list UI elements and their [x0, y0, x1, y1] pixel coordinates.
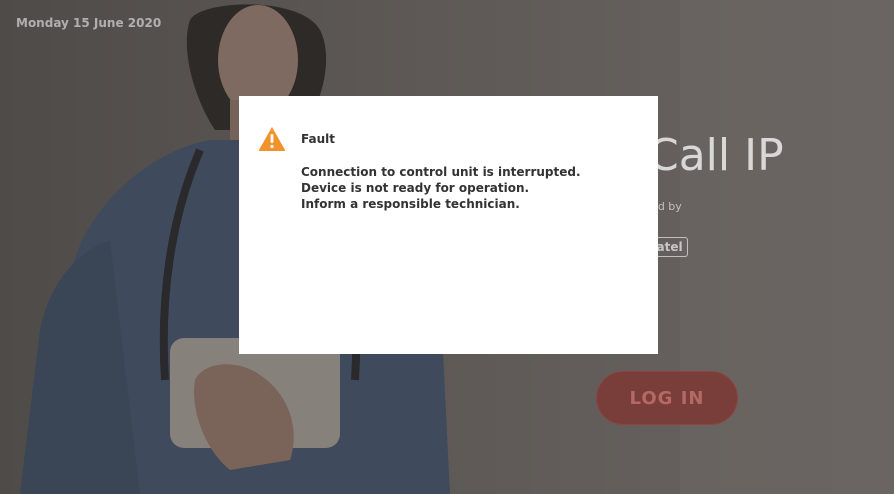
brand-title: Call IP [648, 130, 784, 181]
fault-dialog: Fault Connection to control unit is inte… [239, 96, 658, 354]
login-button[interactable]: LOG IN [596, 371, 738, 425]
login-screen: Monday 15 June 2020 Call IP ered by nate… [0, 0, 894, 494]
dialog-message-line: Device is not ready for operation. [301, 181, 530, 195]
dialog-message-line: Connection to control unit is interrupte… [301, 165, 581, 179]
dialog-message-line: Inform a responsible technician. [301, 197, 520, 211]
dialog-title: Fault [301, 132, 335, 146]
date-label: Monday 15 June 2020 [16, 16, 162, 30]
warning-icon [258, 126, 286, 152]
dialog-message: Connection to control unit is interrupte… [301, 164, 581, 212]
